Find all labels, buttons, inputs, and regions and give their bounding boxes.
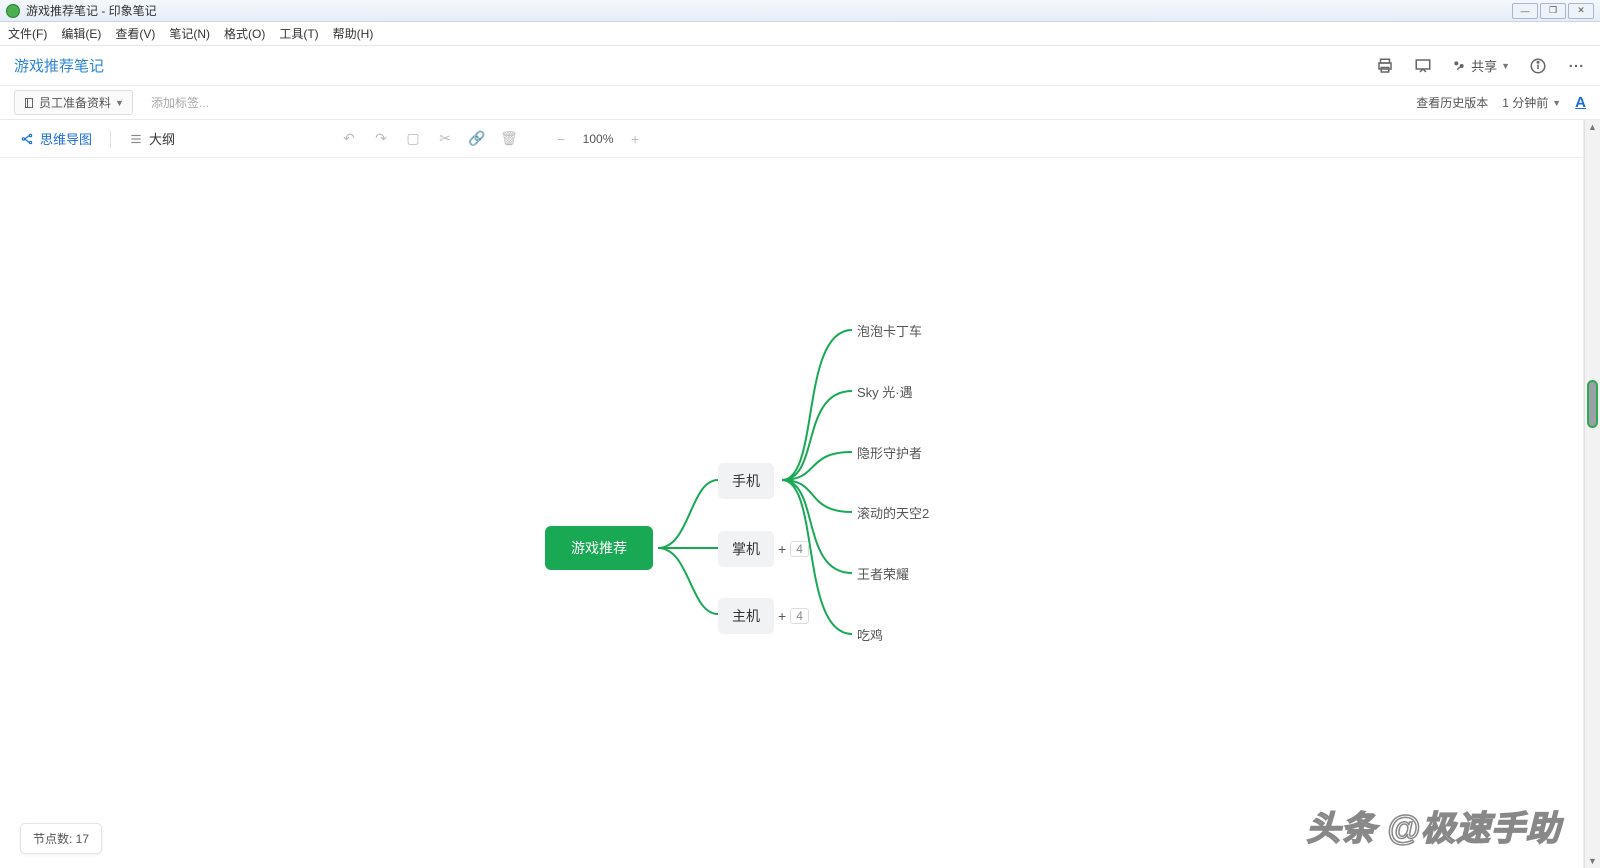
link-icon[interactable]: 🔗 bbox=[465, 127, 489, 151]
editor-toolbar: 思维导图 大纲 ↶ ↷ ▢ ✂ 🔗 🗑 − 100% + bbox=[0, 120, 1583, 158]
window-title: 游戏推荐笔记 - 印象笔记 bbox=[26, 2, 157, 19]
mode-mindmap[interactable]: 思维导图 bbox=[14, 125, 98, 152]
mindmap-leaf-node[interactable]: 滚动的天空2 bbox=[857, 503, 929, 522]
last-edited-time[interactable]: 1 分钟前 ▼ bbox=[1502, 94, 1561, 111]
mindmap-leaf-node[interactable]: 吃鸡 bbox=[857, 625, 883, 644]
zoom-out-icon[interactable]: − bbox=[549, 127, 573, 151]
mindmap-sub-node[interactable]: 主机 + 4 bbox=[718, 598, 809, 634]
zoom-in-icon[interactable]: + bbox=[623, 127, 647, 151]
collapsed-count-badge: 4 bbox=[790, 541, 809, 557]
zoom-level: 100% bbox=[581, 132, 615, 146]
share-label: 共享 bbox=[1471, 56, 1497, 75]
caret-down-icon: ▼ bbox=[115, 98, 124, 108]
trash-icon[interactable]: 🗑 bbox=[497, 127, 521, 151]
maximize-button[interactable]: ❐ bbox=[1540, 3, 1566, 19]
add-tag-input[interactable]: 添加标签... bbox=[151, 94, 209, 111]
mindmap-root-node[interactable]: 游戏推荐 bbox=[545, 526, 653, 570]
more-icon[interactable] bbox=[1566, 56, 1586, 76]
share-button[interactable]: 共享 ▼ bbox=[1451, 56, 1510, 75]
collapsed-count-badge: 4 bbox=[790, 608, 809, 624]
mindmap-sub-node[interactable]: 手机 bbox=[718, 463, 774, 499]
print-icon[interactable] bbox=[1375, 56, 1395, 76]
scroll-thumb[interactable] bbox=[1587, 380, 1598, 428]
mindmap-leaf-node[interactable]: Sky 光·遇 bbox=[857, 382, 913, 401]
caret-down-icon: ▼ bbox=[1552, 98, 1561, 108]
cut-icon[interactable]: ✂ bbox=[433, 127, 457, 151]
note-meta-row: 员工准备资料 ▼ 添加标签... 查看历史版本 1 分钟前 ▼ A bbox=[0, 86, 1600, 120]
notebook-name: 员工准备资料 bbox=[39, 94, 111, 111]
history-link[interactable]: 查看历史版本 bbox=[1416, 94, 1488, 111]
window-titlebar: 游戏推荐笔记 - 印象笔记 — ❐ ✕ bbox=[0, 0, 1600, 22]
mindmap-leaf-node[interactable]: 王者荣耀 bbox=[857, 564, 909, 583]
node-count-badge: 节点数: 17 bbox=[20, 823, 102, 854]
mindmap-leaf-node[interactable]: 泡泡卡丁车 bbox=[857, 321, 922, 340]
image-icon[interactable]: ▢ bbox=[401, 127, 425, 151]
editor-area: 思维导图 大纲 ↶ ↷ ▢ ✂ 🔗 🗑 − 100% + bbox=[0, 120, 1600, 868]
menu-format[interactable]: 格式(O) bbox=[224, 25, 265, 42]
info-icon[interactable] bbox=[1528, 56, 1548, 76]
format-style-button[interactable]: A bbox=[1575, 94, 1586, 111]
menu-tools[interactable]: 工具(T) bbox=[279, 25, 318, 42]
vertical-scrollbar[interactable]: ▲ ▼ bbox=[1584, 120, 1600, 868]
notebook-selector[interactable]: 员工准备资料 ▼ bbox=[14, 90, 133, 115]
mindmap-leaf-node[interactable]: 隐形守护者 bbox=[857, 443, 922, 462]
menu-bar: 文件(F) 编辑(E) 查看(V) 笔记(N) 格式(O) 工具(T) 帮助(H… bbox=[0, 22, 1600, 46]
redo-icon[interactable]: ↷ bbox=[369, 127, 393, 151]
present-icon[interactable] bbox=[1413, 56, 1433, 76]
app-icon bbox=[6, 4, 20, 18]
expand-icon[interactable]: + bbox=[778, 541, 786, 557]
caret-down-icon: ▼ bbox=[1501, 61, 1510, 71]
scroll-up-icon[interactable]: ▲ bbox=[1585, 120, 1600, 134]
menu-note[interactable]: 笔记(N) bbox=[169, 25, 210, 42]
undo-icon[interactable]: ↶ bbox=[337, 127, 361, 151]
scroll-down-icon[interactable]: ▼ bbox=[1585, 854, 1600, 868]
note-header: 游戏推荐笔记 共享 ▼ bbox=[0, 46, 1600, 86]
note-title[interactable]: 游戏推荐笔记 bbox=[14, 55, 104, 76]
menu-file[interactable]: 文件(F) bbox=[8, 25, 47, 42]
mindmap-sub-node[interactable]: 掌机 + 4 bbox=[718, 531, 809, 567]
expand-icon[interactable]: + bbox=[778, 608, 786, 624]
close-button[interactable]: ✕ bbox=[1568, 3, 1594, 19]
menu-view[interactable]: 查看(V) bbox=[115, 25, 155, 42]
minimize-button[interactable]: — bbox=[1512, 3, 1538, 19]
mindmap-canvas[interactable]: 游戏推荐 手机 掌机 + 4 主机 + 4 泡泡卡丁车 Sky 光·遇 隐形守护… bbox=[0, 158, 1583, 868]
menu-help[interactable]: 帮助(H) bbox=[333, 25, 374, 42]
menu-edit[interactable]: 编辑(E) bbox=[61, 25, 101, 42]
mode-outline[interactable]: 大纲 bbox=[123, 125, 181, 152]
window-controls: — ❐ ✕ bbox=[1512, 3, 1594, 19]
